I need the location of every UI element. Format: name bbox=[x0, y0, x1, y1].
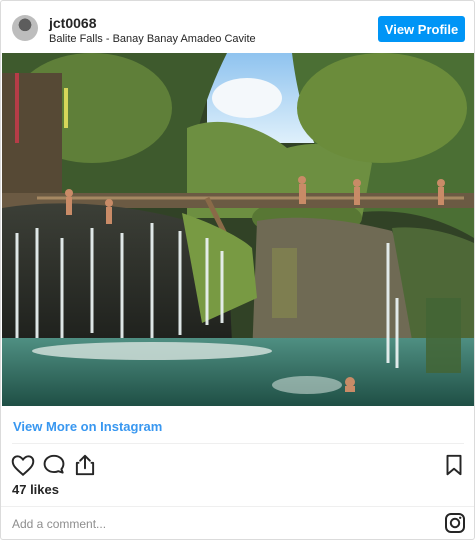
post-photo[interactable] bbox=[2, 53, 474, 406]
post-header: jct0068 Balite Falls - Banay Banay Amade… bbox=[1, 1, 474, 53]
comment-icon[interactable] bbox=[41, 452, 67, 478]
bookmark-icon[interactable] bbox=[441, 452, 467, 478]
waterfall-photo bbox=[2, 53, 474, 406]
comment-row: Add a comment... bbox=[1, 506, 474, 539]
instagram-embed-card: jct0068 Balite Falls - Banay Banay Amade… bbox=[0, 0, 475, 540]
add-comment-input[interactable]: Add a comment... bbox=[12, 517, 106, 531]
post-actions bbox=[1, 449, 474, 479]
likes-count: 47 likes bbox=[12, 482, 59, 497]
instagram-icon[interactable] bbox=[443, 511, 467, 535]
location-link[interactable]: Balite Falls - Banay Banay Amadeo Cavite bbox=[49, 33, 256, 45]
username-link[interactable]: jct0068 bbox=[49, 15, 96, 31]
view-profile-button[interactable]: View Profile bbox=[378, 16, 465, 42]
view-more-instagram-link[interactable]: View More on Instagram bbox=[13, 419, 162, 434]
divider bbox=[12, 443, 464, 444]
heart-icon[interactable] bbox=[10, 452, 36, 478]
share-icon[interactable] bbox=[72, 452, 98, 478]
avatar[interactable] bbox=[12, 15, 38, 41]
